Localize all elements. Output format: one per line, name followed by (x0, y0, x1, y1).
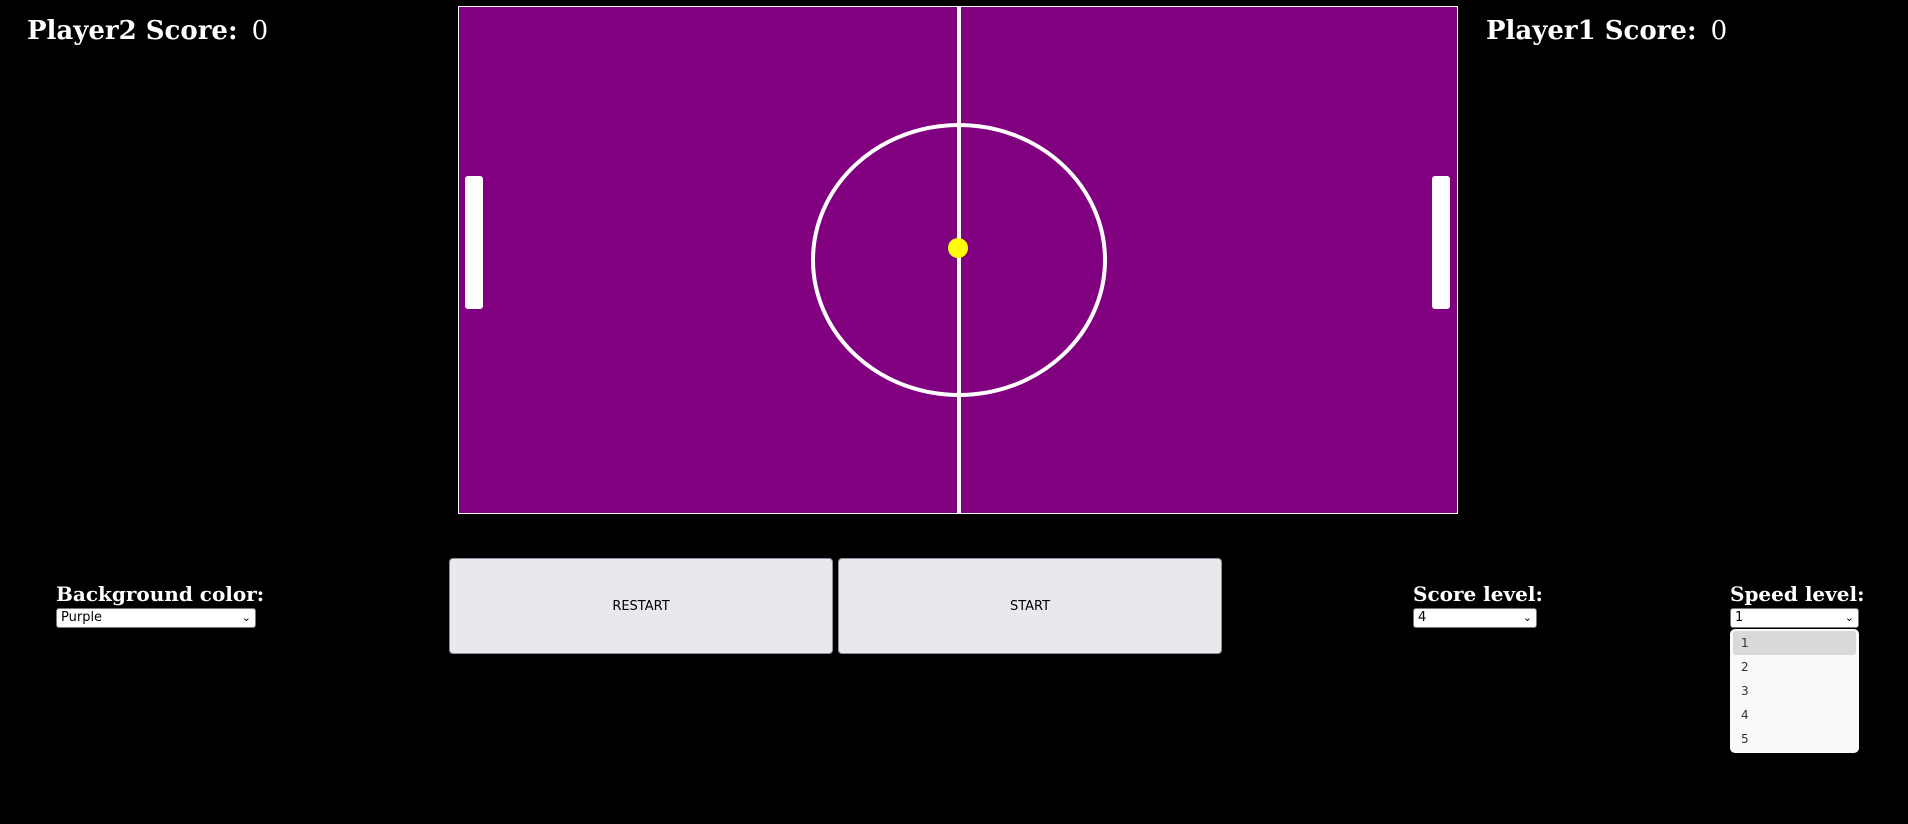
left-paddle[interactable] (465, 176, 483, 309)
start-button[interactable]: START (838, 558, 1222, 654)
speed-level-value: 1 (1735, 610, 1744, 625)
chevron-down-icon: ⌄ (1844, 611, 1854, 624)
chevron-down-icon: ⌄ (1522, 611, 1532, 624)
speed-option-3[interactable]: 3 (1733, 679, 1856, 703)
player2-score-value: 0 (251, 16, 269, 46)
background-color-select[interactable]: Purple ⌄ (56, 608, 256, 628)
background-color-label: Background color: (56, 582, 265, 606)
game-field[interactable] (458, 6, 1458, 514)
restart-button-label: RESTART (612, 598, 670, 614)
score-level-label: Score level: (1413, 582, 1543, 606)
speed-option-5[interactable]: 5 (1733, 727, 1856, 751)
speed-option-4[interactable]: 4 (1733, 703, 1856, 727)
speed-level-select[interactable]: 1 ⌄ (1730, 608, 1859, 628)
player1-score-value: 0 (1710, 16, 1728, 46)
ball (948, 238, 968, 258)
speed-level-label: Speed level: (1730, 582, 1865, 606)
chevron-down-icon: ⌄ (241, 611, 251, 624)
player1-score: Player1 Score: 0 (1486, 16, 1727, 46)
background-color-value: Purple (61, 610, 103, 625)
speed-level-dropdown[interactable]: 1 2 3 4 5 (1730, 629, 1859, 753)
game-canvas[interactable] (459, 7, 1457, 513)
restart-button[interactable]: RESTART (449, 558, 833, 654)
speed-option-1[interactable]: 1 (1733, 631, 1856, 655)
player2-score: Player2 Score: 0 (27, 16, 268, 46)
player2-score-label: Player2 Score: (27, 16, 238, 46)
start-button-label: START (1009, 598, 1051, 614)
score-level-select[interactable]: 4 ⌄ (1413, 608, 1537, 628)
player1-score-label: Player1 Score: (1486, 16, 1697, 46)
speed-option-2[interactable]: 2 (1733, 655, 1856, 679)
right-paddle[interactable] (1432, 176, 1450, 309)
score-level-value: 4 (1418, 610, 1427, 625)
